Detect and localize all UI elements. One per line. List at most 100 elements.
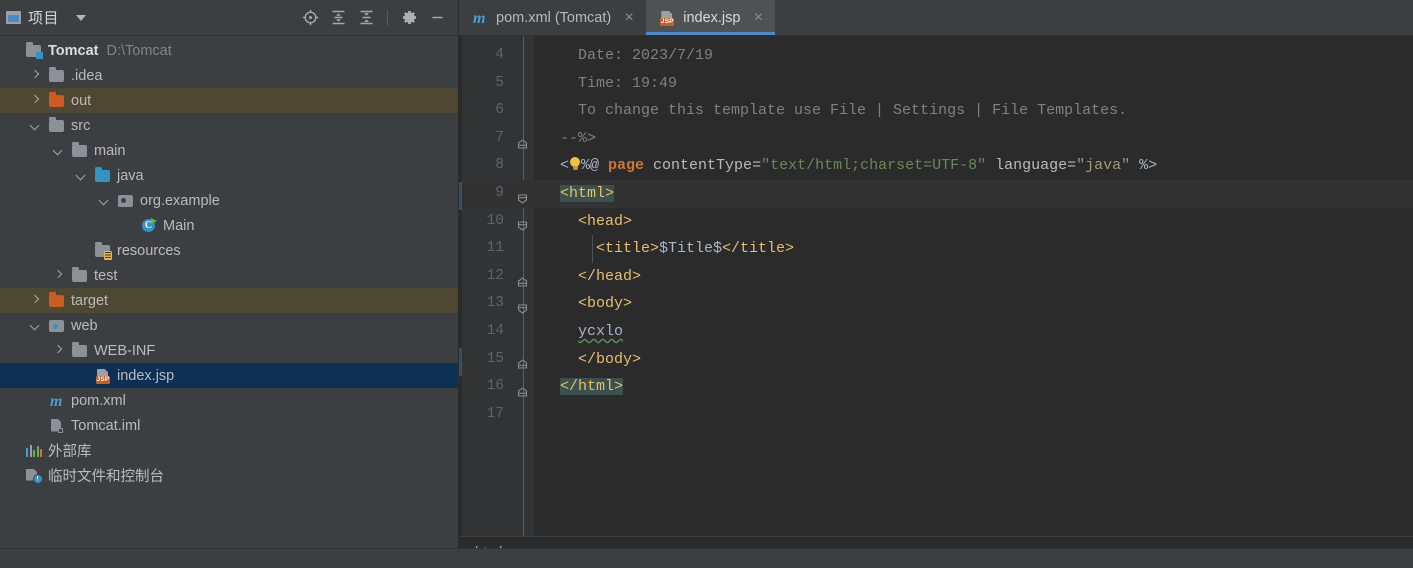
editor-tab-index.jsp[interactable]: JSP index.jsp × xyxy=(646,0,776,35)
tree-node-label: web xyxy=(71,317,98,334)
gear-icon[interactable] xyxy=(396,5,422,31)
folder-gray-icon xyxy=(48,117,66,134)
code-token-punct: < xyxy=(542,157,570,175)
chevron-right-icon[interactable] xyxy=(29,69,42,82)
jsp-file-icon: JSP xyxy=(94,368,112,384)
tree-node-index.jsp[interactable]: JSP index.jsp xyxy=(0,363,458,388)
tree-node-label: target xyxy=(71,292,109,309)
close-icon[interactable]: × xyxy=(751,9,765,26)
tree-node-resources[interactable]: resources xyxy=(0,238,458,263)
project-tool-window: 项目 Tomcat D:\Tomcat .idea out src main j… xyxy=(0,0,458,568)
tree-arrow-none xyxy=(121,219,134,232)
code-token-comment: Time: 19:49 xyxy=(542,74,678,92)
tree-node-label: Tomcat xyxy=(48,42,99,59)
code-line: Date: 2023/7/19 xyxy=(534,42,1413,70)
code-token-tag: </title> xyxy=(722,240,795,258)
tree-node-out[interactable]: out xyxy=(0,88,458,113)
tree-node-src[interactable]: src xyxy=(0,113,458,138)
line-number: 12 xyxy=(462,263,534,291)
code-token-comment: To change this template use File | Setti… xyxy=(542,102,1128,120)
code-line: <body> xyxy=(534,290,1413,318)
fold-end-icon[interactable] xyxy=(517,381,528,397)
chevron-down-icon[interactable] xyxy=(75,169,88,182)
tree-node-test[interactable]: test xyxy=(0,263,458,288)
code-line: </body> xyxy=(534,346,1413,374)
tree-node-org.example[interactable]: org.example xyxy=(0,188,458,213)
tree-node-Tomcat.iml[interactable]: Tomcat.iml xyxy=(0,413,458,438)
chevron-down-icon[interactable] xyxy=(29,319,42,332)
tree-node-label: src xyxy=(71,117,91,134)
fold-start-icon[interactable] xyxy=(517,216,528,232)
tree-node-label: test xyxy=(94,267,118,284)
project-tree[interactable]: Tomcat D:\Tomcat .idea out src main java org.ex… xyxy=(0,36,458,558)
chevron-down-icon[interactable] xyxy=(76,14,87,21)
code-token-tag: <title> xyxy=(542,240,660,258)
fold-start-icon[interactable] xyxy=(517,188,528,204)
code-token-attr: contentType= xyxy=(653,157,762,175)
project-window-icon xyxy=(6,11,21,24)
line-number: 10 xyxy=(462,208,534,236)
code-line: <title>$Title$</title> xyxy=(534,235,1413,263)
code-line: < %@ page contentType="text/html;charset=… xyxy=(534,152,1413,180)
intention-bulb-icon[interactable] xyxy=(568,157,582,171)
project-panel-title: 项目 xyxy=(28,10,60,27)
folder-gray-icon xyxy=(71,342,89,359)
tree-node-web[interactable]: web xyxy=(0,313,458,338)
minimize-icon[interactable] xyxy=(424,5,450,31)
editor-gutter[interactable]: 4 5 6 7 8 9 10 11 12 13 14 15 16 17 xyxy=(462,36,534,536)
jsp-file-icon: JSP xyxy=(658,10,676,26)
tree-node-.idea[interactable]: .idea xyxy=(0,63,458,88)
editor-code-area[interactable]: Date: 2023/7/19 Time: 19:49 To change th… xyxy=(534,36,1413,536)
fold-end-icon[interactable] xyxy=(517,271,528,287)
tree-node-[interactable]: 外部库 xyxy=(0,438,458,463)
editor-tab-label: index.jsp xyxy=(683,9,741,26)
code-line: ycxlo xyxy=(534,318,1413,346)
chevron-right-icon[interactable] xyxy=(29,94,42,107)
editor-body[interactable]: 4 5 6 7 8 9 10 11 12 13 14 15 16 17 Date: 2023/7/19 T… xyxy=(459,36,1413,536)
expand-all-icon[interactable] xyxy=(325,5,351,31)
code-token-spell: ycxlo xyxy=(578,322,624,340)
code-line: <html> xyxy=(534,179,1413,208)
tree-node-WEB-INF[interactable]: WEB-INF xyxy=(0,338,458,363)
code-line: --%> xyxy=(534,125,1413,153)
code-line: <head> xyxy=(534,208,1413,236)
tree-arrow-none xyxy=(6,44,19,57)
chevron-down-icon[interactable] xyxy=(52,144,65,157)
tree-node-target[interactable]: target xyxy=(0,288,458,313)
tree-node-path: D:\Tomcat xyxy=(106,42,172,59)
tree-node-Tomcat[interactable]: Tomcat D:\Tomcat xyxy=(0,38,458,63)
project-panel-title-group[interactable]: 项目 xyxy=(6,7,87,28)
tree-node-pom.xml[interactable]: m pom.xml xyxy=(0,388,458,413)
chevron-down-icon[interactable] xyxy=(98,194,111,207)
fold-end-icon[interactable] xyxy=(517,354,528,369)
chevron-right-icon[interactable] xyxy=(52,269,65,282)
tree-arrow-none xyxy=(6,444,19,457)
line-number: 17 xyxy=(486,405,504,422)
close-icon[interactable]: × xyxy=(622,9,636,26)
tree-node-java[interactable]: java xyxy=(0,163,458,188)
tree-node-Main[interactable]: C Main xyxy=(0,213,458,238)
tree-node-label: 外部库 xyxy=(48,444,92,460)
tree-arrow-none xyxy=(75,244,88,257)
chevron-right-icon[interactable] xyxy=(29,294,42,307)
fold-start-icon[interactable] xyxy=(517,299,528,314)
locate-icon[interactable] xyxy=(297,5,323,31)
line-number: 13 xyxy=(462,290,534,318)
chevron-right-icon[interactable] xyxy=(52,344,65,357)
tree-arrow-none xyxy=(6,469,19,482)
code-line: To change this template use File | Setti… xyxy=(534,97,1413,125)
code-token-keyword: page xyxy=(608,157,654,175)
tree-node-[interactable]: 临时文件和控制台 xyxy=(0,463,458,488)
line-number: 11 xyxy=(486,240,504,257)
tree-node-label: WEB-INF xyxy=(94,342,156,359)
bottom-status-strip xyxy=(0,548,1413,568)
fold-end-icon[interactable] xyxy=(517,133,528,149)
tree-node-label: java xyxy=(117,167,144,184)
editor-tab-pom.xml[interactable]: m pom.xml (Tomcat) × xyxy=(459,0,646,35)
chevron-down-icon[interactable] xyxy=(29,119,42,132)
collapse-all-icon[interactable] xyxy=(353,5,379,31)
code-line: </head> xyxy=(534,263,1413,291)
line-number: 4 xyxy=(495,47,504,63)
tree-node-main[interactable]: main xyxy=(0,138,458,163)
code-token-punct: %@ xyxy=(581,157,609,175)
